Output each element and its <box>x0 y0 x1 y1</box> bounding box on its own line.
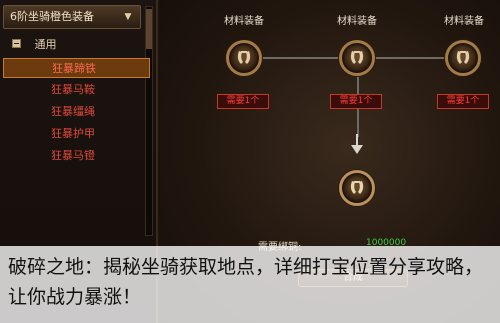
list-item-label: 狂暴蹄铁 <box>52 62 96 75</box>
chevron-down-icon[interactable]: ▼ <box>121 10 135 24</box>
list-item-label: 狂暴护甲 <box>51 127 95 140</box>
material-slot-3[interactable] <box>445 40 481 76</box>
category-dropdown[interactable]: 6阶坐骑橙色装备 ▼ <box>3 5 141 29</box>
list-item-hoof[interactable]: 狂暴蹄铁 <box>3 58 150 78</box>
horseshoe-icon <box>350 181 364 194</box>
caption-overlay: 破碎之地：揭秘坐骑获取地点，详细打宝位置分享攻略，让你战力暴涨！ <box>0 246 500 323</box>
material-slot-2[interactable] <box>339 40 375 76</box>
need-count-badge: 需要1个 <box>437 94 489 109</box>
material-label: 材料装备 <box>444 16 484 27</box>
material-label: 材料装备 <box>224 16 264 27</box>
list-item-armor[interactable]: 狂暴护甲 <box>3 124 150 144</box>
list-item-saddle[interactable]: 狂暴马鞍 <box>3 80 150 100</box>
result-slot[interactable] <box>339 170 375 206</box>
arrow-down-icon <box>351 134 363 154</box>
horseshoe-icon <box>456 51 470 64</box>
horseshoe-icon <box>350 51 364 64</box>
list-item-label: 狂暴缰绳 <box>51 105 95 118</box>
scrollbar-thumb[interactable] <box>146 9 152 49</box>
list-item-stirrup[interactable]: 狂暴马镫 <box>3 146 150 166</box>
list-item-label: 狂暴马鞍 <box>51 83 95 96</box>
need-count-badge: 需要1个 <box>217 94 269 109</box>
category-dropdown-label: 6阶坐骑橙色装备 <box>10 10 94 23</box>
list-item-reins[interactable]: 狂暴缰绳 <box>3 102 150 122</box>
collapse-icon[interactable] <box>12 39 21 48</box>
group-label: 通用 <box>34 38 57 51</box>
horseshoe-icon <box>237 51 251 64</box>
group-general[interactable]: 通用 <box>12 38 57 52</box>
material-label: 材料装备 <box>337 16 377 27</box>
material-slot-1[interactable] <box>226 40 262 76</box>
need-count-badge: 需要1个 <box>330 94 382 109</box>
list-item-label: 狂暴马镫 <box>51 149 95 162</box>
